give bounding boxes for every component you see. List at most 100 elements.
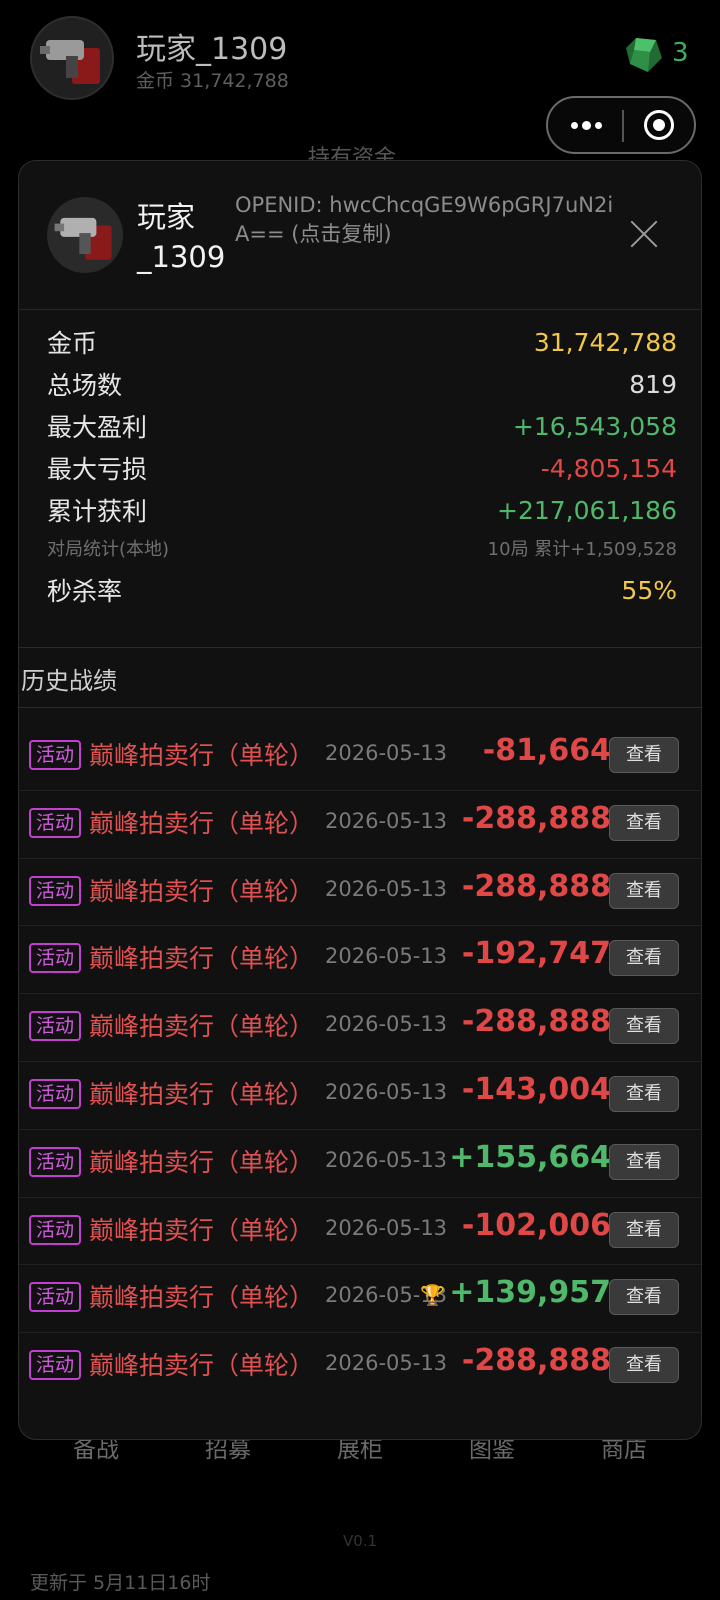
event-name: 巅峰拍卖行（单轮） bbox=[89, 741, 315, 770]
amount-value: -288,888 bbox=[461, 1004, 611, 1040]
history-row: 活动 巅峰拍卖行（单轮） 2026-05-13 -288,888 查看 bbox=[19, 859, 701, 927]
stat-row-max-loss: 最大亏损 -4,805,154 bbox=[47, 447, 677, 489]
stat-row-kill-rate: 秒杀率 55% bbox=[47, 569, 677, 611]
stat-row-cumulative-profit: 累计获利 +217,061,186 bbox=[47, 489, 677, 531]
event-name: 巅峰拍卖行（单轮） bbox=[89, 1012, 315, 1042]
stat-value: -4,805,154 bbox=[540, 453, 677, 483]
result-amount: -288,888 bbox=[462, 1004, 611, 1039]
event-name: 巅峰拍卖行（单轮） bbox=[89, 1351, 315, 1381]
amount-value: -143,004 bbox=[461, 1071, 611, 1107]
view-button[interactable]: 查看 bbox=[609, 737, 679, 773]
player-name: 玩家_1309 bbox=[136, 32, 288, 67]
event-date: 2026-05-13 bbox=[325, 1147, 448, 1172]
openid-copy[interactable]: OPENID: hwcChcqGE9W6pGRJ7uN2iA== (点击复制) bbox=[235, 191, 615, 249]
amount-value: +155,664 bbox=[449, 1139, 611, 1175]
event-tag-badge: 活动 bbox=[29, 1282, 81, 1313]
drill-avatar-icon bbox=[54, 217, 112, 260]
view-button[interactable]: 查看 bbox=[609, 872, 679, 909]
event-tag-badge: 活动 bbox=[29, 807, 81, 838]
event-date: 2026-05-13 bbox=[325, 876, 448, 901]
event-date: 2026-05-13 bbox=[325, 1079, 448, 1104]
event-date: 2026-05-13 bbox=[325, 1351, 448, 1376]
view-button[interactable]: 查看 bbox=[609, 804, 679, 841]
history-row: 活动 巅峰拍卖行（单轮） 2026-05-13 -288,888 查看 bbox=[19, 791, 701, 859]
version-label: V0.1 bbox=[342, 1532, 378, 1550]
history-row: 活动 巅峰拍卖行（单轮） 2026-05-13 +155,664 查看 bbox=[19, 1130, 701, 1198]
event-date: 2026-05-13 bbox=[325, 741, 448, 765]
avatar[interactable] bbox=[30, 16, 114, 100]
event-tag-badge: 活动 bbox=[29, 1214, 81, 1245]
event-name: 巅峰拍卖行（单轮） bbox=[89, 808, 315, 838]
stat-value: 819 bbox=[629, 369, 677, 399]
event-date: 2026-05-13 bbox=[325, 1215, 448, 1240]
result-amount: -192,747 bbox=[462, 936, 611, 971]
history-title: 历史战绩 bbox=[21, 667, 117, 695]
history-row: 活动 巅峰拍卖行（单轮） 2026-05-13 -192,747 查看 bbox=[19, 926, 701, 995]
stat-row-local: 对局统计(本地) 10局 累计+1,509,528 bbox=[47, 531, 677, 565]
stat-label: 秒杀率 bbox=[47, 577, 123, 606]
player-profile-modal: 玩家_1309 OPENID: hwcChcqGE9W6pGRJ7uN2iA==… bbox=[18, 160, 702, 1440]
more-dots-icon[interactable] bbox=[566, 110, 606, 140]
result-amount: -102,006 bbox=[462, 1208, 611, 1243]
trophy-icon: 🏆 bbox=[420, 1283, 446, 1308]
gem-icon[interactable] bbox=[624, 34, 664, 74]
modal-header: 玩家_1309 OPENID: hwcChcqGE9W6pGRJ7uN2iA==… bbox=[19, 161, 701, 310]
amount-value: -288,888 bbox=[461, 1343, 611, 1379]
amount-value: +139,957 bbox=[449, 1275, 611, 1311]
event-date: 2026-05-13 bbox=[325, 1012, 448, 1037]
stat-value: +217,061,186 bbox=[497, 495, 677, 525]
history-row: 活动 巅峰拍卖行（单轮） 2026-05-13 -288,888 查看 bbox=[19, 994, 701, 1062]
target-icon[interactable] bbox=[644, 110, 674, 140]
event-date: 2026-05-13 bbox=[325, 808, 448, 833]
event-tag-badge: 活动 bbox=[29, 1078, 81, 1109]
history-list: 活动 巅峰拍卖行（单轮） 2026-05-13 -81,664 查看 活动 巅峰拍卖行（单轮… bbox=[19, 723, 701, 1401]
drill-avatar-icon bbox=[40, 40, 100, 84]
event-name: 巅峰拍卖行（单轮） bbox=[89, 1147, 315, 1177]
modal-avatar bbox=[47, 197, 123, 273]
event-name: 巅峰拍卖行（单轮） bbox=[89, 1283, 315, 1313]
event-date: 2026-05-13 bbox=[325, 944, 448, 969]
capsule-divider bbox=[622, 110, 624, 142]
stat-value: +16,543,058 bbox=[512, 411, 677, 441]
result-amount: +155,664 bbox=[449, 1140, 611, 1175]
stat-label: 对局统计(本地) bbox=[47, 539, 170, 560]
amount-value: -102,006 bbox=[461, 1207, 611, 1243]
result-amount: -143,004 bbox=[462, 1072, 611, 1107]
amount-value: -288,888 bbox=[461, 868, 611, 904]
view-button[interactable]: 查看 bbox=[609, 1279, 679, 1316]
view-button[interactable]: 查看 bbox=[609, 1075, 679, 1112]
gem-count: 3 bbox=[672, 38, 689, 68]
history-row: 活动 巅峰拍卖行（单轮） 2026-05-13 -102,006 查看 bbox=[19, 1198, 701, 1266]
view-button[interactable]: 查看 bbox=[609, 940, 679, 977]
stat-label: 累计获利 bbox=[47, 497, 148, 526]
view-button[interactable]: 查看 bbox=[609, 1143, 679, 1180]
view-button[interactable]: 查看 bbox=[609, 1008, 679, 1045]
stat-value: 31,742,788 bbox=[533, 327, 677, 357]
event-name: 巅峰拍卖行（单轮） bbox=[89, 944, 315, 974]
stat-label: 最大亏损 bbox=[47, 455, 148, 484]
close-icon[interactable] bbox=[629, 219, 659, 249]
stat-label: 最大盈利 bbox=[47, 413, 148, 442]
view-button[interactable]: 查看 bbox=[609, 1211, 679, 1248]
amount-value: -192,747 bbox=[461, 936, 611, 972]
event-tag-badge: 活动 bbox=[29, 875, 81, 906]
stat-label: 金币 bbox=[47, 329, 98, 358]
event-name: 巅峰拍卖行（单轮） bbox=[89, 1079, 315, 1109]
result-amount: -81,664 bbox=[483, 733, 611, 768]
event-tag-badge: 活动 bbox=[29, 740, 81, 770]
event-tag-badge: 活动 bbox=[29, 1146, 81, 1177]
coin-balance: 金币 31,742,788 bbox=[136, 70, 289, 92]
history-row: 活动 巅峰拍卖行（单轮） 2026-05-13 -288,888 查看 bbox=[19, 1333, 701, 1401]
event-name: 巅峰拍卖行（单轮） bbox=[89, 1215, 315, 1245]
event-tag-badge: 活动 bbox=[29, 1350, 81, 1381]
stat-value: 55% bbox=[621, 575, 677, 605]
stat-label: 总场数 bbox=[47, 371, 123, 400]
event-tag-badge: 活动 bbox=[29, 1011, 81, 1042]
history-row: 活动 巅峰拍卖行（单轮） 2026-05-13 -143,004 查看 bbox=[19, 1062, 701, 1130]
amount-value: -288,888 bbox=[461, 800, 611, 836]
event-name: 巅峰拍卖行（单轮） bbox=[89, 876, 315, 906]
divider bbox=[19, 707, 701, 708]
stat-row-total-games: 总场数 819 bbox=[47, 363, 677, 405]
result-amount: -288,888 bbox=[462, 869, 611, 904]
view-button[interactable]: 查看 bbox=[609, 1347, 679, 1384]
